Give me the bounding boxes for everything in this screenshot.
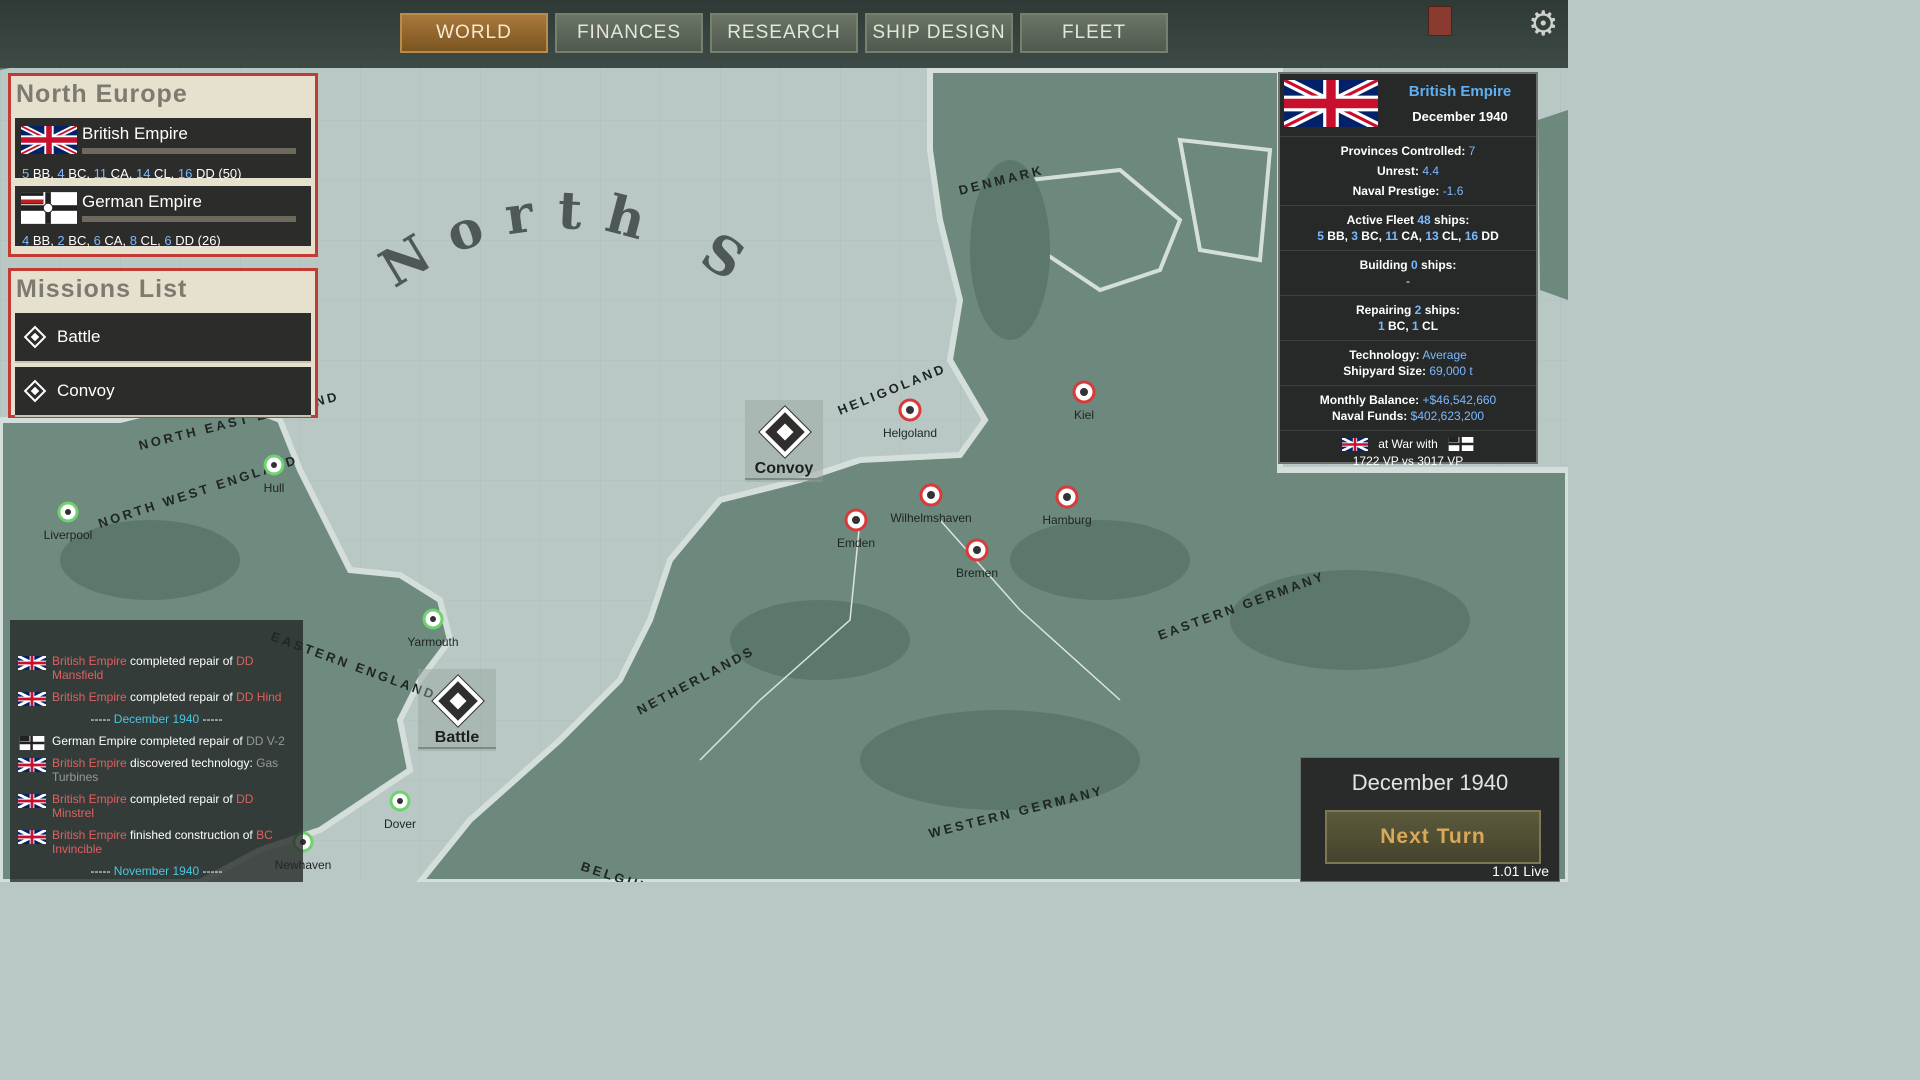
diamond-icon bbox=[23, 325, 47, 349]
mission-battle[interactable]: Battle bbox=[15, 313, 311, 363]
panel-title: North Europe bbox=[16, 80, 188, 108]
turn-panel: December 1940 Next Turn 1.01 Live bbox=[1300, 757, 1560, 882]
info-building: Building 0 ships: - bbox=[1280, 251, 1536, 296]
svg-text:Dover: Dover bbox=[384, 817, 416, 831]
strength-bar bbox=[82, 148, 296, 154]
log-entry: German Empire completed repair of DD V-2 bbox=[10, 730, 303, 752]
german-ensign-icon bbox=[21, 192, 77, 224]
uk-flag-icon bbox=[1342, 437, 1369, 451]
version-label: 1.01 Live bbox=[1492, 863, 1549, 879]
log-entry: British Empire completed repair of DD Ma… bbox=[10, 650, 303, 686]
next-turn-button[interactable]: Next Turn bbox=[1325, 810, 1541, 864]
svg-text:Kiel: Kiel bbox=[1074, 408, 1094, 422]
uk-flag-icon bbox=[21, 126, 77, 154]
svg-text:Wilhelmshaven: Wilhelmshaven bbox=[890, 511, 971, 525]
uk-flag-icon bbox=[18, 758, 46, 772]
german-ensign-icon bbox=[19, 736, 45, 750]
svg-text:Bremen: Bremen bbox=[956, 566, 998, 580]
svg-text:Emden: Emden bbox=[837, 536, 875, 550]
log-entry: British Empire finished construction of … bbox=[10, 824, 303, 860]
svg-text:Liverpool: Liverpool bbox=[44, 528, 93, 542]
tab-ship-design[interactable]: SHIP DESIGN bbox=[865, 13, 1013, 53]
german-ensign-icon bbox=[1448, 437, 1474, 451]
info-active-fleet: Active Fleet 48 ships: 5 BB, 3 BC, 11 CA… bbox=[1280, 206, 1536, 251]
british-fleet-summary: 5 BB, 4 BC, 11 CA, 14 CL, 16 DD (50) bbox=[22, 166, 242, 181]
mission-label: Battle bbox=[57, 327, 101, 346]
uk-flag-icon bbox=[18, 830, 46, 844]
uk-flag-icon bbox=[1284, 80, 1378, 127]
diamond-icon bbox=[23, 379, 47, 403]
info-repairing: Repairing 2 ships: 1 BC, 1 CL bbox=[1280, 296, 1536, 341]
uk-flag-icon bbox=[18, 656, 46, 670]
log-date-separator: ----- November 1940 ----- bbox=[90, 864, 223, 878]
info-stats: Provinces Controlled: 7 Unrest: 4.4 Nava… bbox=[1280, 137, 1536, 206]
tab-finances[interactable]: FINANCES bbox=[555, 13, 703, 53]
log-date-separator: ----- December 1940 ----- bbox=[90, 712, 223, 726]
mission-label: Convoy bbox=[57, 381, 115, 400]
tab-fleet[interactable]: FLEET bbox=[1020, 13, 1168, 53]
mission-convoy[interactable]: Convoy bbox=[15, 367, 311, 417]
svg-text:Hull: Hull bbox=[264, 481, 285, 495]
nation-info-panel: British Empire December 1940 Provinces C… bbox=[1278, 72, 1538, 468]
event-log[interactable]: British Empire completed repair of DD Ma… bbox=[10, 620, 303, 882]
north-europe-panel: North Europe British Empire 5 BB, 4 BC, … bbox=[8, 73, 318, 257]
missions-panel: Missions List Battle Convoy bbox=[8, 268, 318, 418]
book-icon[interactable] bbox=[1428, 6, 1452, 36]
svg-text:Yarmouth: Yarmouth bbox=[407, 635, 458, 649]
tab-world[interactable]: WORLD bbox=[400, 13, 548, 53]
gear-icon[interactable]: ⚙ bbox=[1528, 4, 1558, 44]
main-tabs: WORLD FINANCES RESEARCH SHIP DESIGN FLEE… bbox=[400, 13, 1168, 53]
strength-bar bbox=[82, 216, 296, 222]
uk-flag-icon bbox=[18, 794, 46, 808]
tab-research[interactable]: RESEARCH bbox=[710, 13, 858, 53]
top-bar: WORLD FINANCES RESEARCH SHIP DESIGN FLEE… bbox=[0, 0, 1568, 68]
panel-title: Missions List bbox=[16, 275, 188, 303]
convoy-marker-label: Convoy bbox=[745, 460, 823, 480]
info-war-status: at War with 1722 VP vs 3017 VP bbox=[1280, 431, 1536, 474]
svg-text:Hamburg: Hamburg bbox=[1042, 513, 1091, 527]
svg-text:Helgoland: Helgoland bbox=[883, 426, 937, 440]
diamond-icon bbox=[432, 675, 484, 727]
battle-marker-label: Battle bbox=[418, 729, 496, 749]
info-nation-name: British Empire bbox=[1408, 83, 1512, 100]
nation-name: German Empire bbox=[82, 192, 202, 211]
info-finances: Monthly Balance: +$46,542,660 Naval Fund… bbox=[1280, 386, 1536, 431]
turn-date: December 1940 bbox=[1351, 770, 1509, 795]
battle-marker[interactable]: Battle bbox=[418, 669, 496, 751]
log-entry: British Empire completed repair of DD Mi… bbox=[10, 788, 303, 824]
nation-name: British Empire bbox=[82, 124, 188, 143]
convoy-marker[interactable]: Convoy bbox=[745, 400, 823, 482]
info-technology: Technology: Average Shipyard Size: 69,00… bbox=[1280, 341, 1536, 386]
german-fleet-summary: 4 BB, 2 BC, 6 CA, 8 CL, 6 DD (26) bbox=[22, 233, 221, 248]
diamond-icon bbox=[759, 406, 811, 458]
log-entry: British Empire completed repair of DD Hi… bbox=[10, 686, 303, 708]
log-entry: British Empire discovered technology: Ga… bbox=[10, 752, 303, 788]
info-date: December 1940 bbox=[1412, 109, 1508, 124]
uk-flag-icon bbox=[18, 692, 46, 706]
